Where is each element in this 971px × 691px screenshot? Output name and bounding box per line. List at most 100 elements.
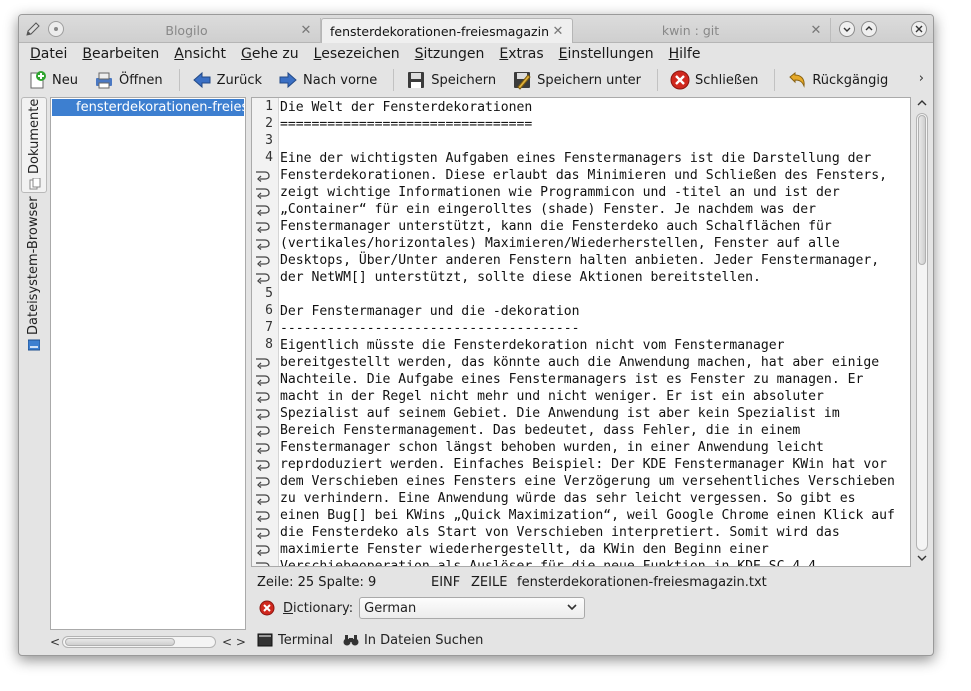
pencil-icon[interactable] bbox=[25, 21, 41, 37]
arrow-right-icon bbox=[279, 71, 297, 89]
editor-line[interactable]: Der Fenstermanager und die -dekoration bbox=[280, 303, 580, 320]
window-menu-icon[interactable] bbox=[48, 21, 64, 37]
binoculars-icon bbox=[343, 635, 359, 646]
document-list-item[interactable]: fensterdekorationen-freiesmagazin.txt bbox=[52, 99, 244, 116]
text-editor[interactable]: 1 2 3 4 5 6 7 8 Die Welt der Fensterdekoratione… bbox=[251, 97, 911, 567]
close-dictionary-bar-button[interactable] bbox=[259, 600, 275, 616]
editor-line[interactable]: dem Verschieben eines Fensters eine Verz… bbox=[280, 473, 895, 490]
insert-mode[interactable]: EINF bbox=[431, 575, 471, 590]
menu-einstellungen[interactable]: Einstellungen bbox=[559, 46, 654, 62]
wrap-marker-icon bbox=[254, 252, 274, 269]
undo-button[interactable]: Rückgängig bbox=[787, 67, 888, 93]
editor-line[interactable]: zeigt wichtige Informationen wie Program… bbox=[280, 184, 840, 201]
scroll-down-arrow[interactable] bbox=[913, 552, 931, 567]
menu-label: ehe zu bbox=[251, 46, 299, 62]
line-number: 4 bbox=[265, 150, 273, 165]
close-icon[interactable]: ✕ bbox=[808, 23, 824, 38]
scroll-right-arrows[interactable]: < > bbox=[222, 635, 246, 649]
scroll-track[interactable] bbox=[916, 113, 928, 551]
close-document-button[interactable]: Schließen bbox=[670, 67, 758, 93]
editor-vertical-scrollbar[interactable] bbox=[913, 97, 931, 567]
editor-line[interactable]: der NetWM[] unterstützt, sollte diese Ak… bbox=[280, 269, 761, 286]
line-number: 8 bbox=[265, 337, 273, 352]
minimize-button[interactable] bbox=[839, 21, 855, 37]
menu-mnemonic: B bbox=[82, 46, 92, 62]
editor-line[interactable]: Desktops, Über/Unter anderen Fenstern ha… bbox=[280, 252, 879, 269]
editor-line[interactable]: (vertikales/horizontales) Maximieren/Wie… bbox=[280, 235, 840, 252]
scroll-up-arrow[interactable] bbox=[913, 97, 931, 112]
editor-line[interactable]: zu verhindern. Eine Anwendung würde das … bbox=[280, 490, 855, 507]
close-icon[interactable]: ✕ bbox=[298, 23, 314, 38]
dictionary-select[interactable]: German bbox=[359, 597, 586, 619]
menu-lesezeichen[interactable]: Lesezeichen bbox=[314, 46, 400, 62]
toolbar-overflow-button[interactable]: › bbox=[919, 71, 924, 86]
wrap-marker-icon bbox=[254, 167, 274, 184]
scroll-thumb[interactable] bbox=[65, 638, 175, 646]
tab-documents[interactable]: Dokumente bbox=[21, 97, 47, 193]
tab-blogilo[interactable]: Blogilo ✕ bbox=[75, 18, 321, 43]
tab-label: fensterdekorationen-freiesmagazin.txt... bbox=[330, 23, 550, 39]
dictionary-label: Dictionary: bbox=[283, 601, 353, 616]
close-icon[interactable]: ✕ bbox=[550, 24, 566, 39]
editor-line[interactable]: bereitgestellt werden, das könnte auch d… bbox=[280, 354, 879, 371]
editor-line[interactable]: -------------------------------------- bbox=[280, 320, 580, 337]
selection-mode[interactable]: ZEILE bbox=[471, 575, 517, 590]
editor-line[interactable]: Die Welt der Fensterdekorationen bbox=[280, 99, 532, 116]
forward-button[interactable]: Nach vorne bbox=[278, 67, 377, 93]
save-button[interactable]: Speichern bbox=[406, 67, 496, 93]
arrow-left-icon bbox=[192, 71, 211, 89]
save-as-button[interactable]: Speichern unter bbox=[512, 67, 641, 93]
tab-label: Blogilo bbox=[165, 23, 208, 38]
menu-mnemonic: D bbox=[30, 46, 41, 62]
menu-mnemonic: G bbox=[241, 46, 252, 62]
menu-datei[interactable]: Datei bbox=[30, 46, 67, 62]
scroll-thumb[interactable] bbox=[918, 115, 926, 265]
menu-sitzungen[interactable]: Sitzungen bbox=[415, 46, 485, 62]
scroll-left-arrow[interactable]: < bbox=[50, 635, 62, 649]
editor-line[interactable]: macht in der Regel nicht mehr und nicht … bbox=[280, 388, 824, 405]
menu-gehe-zu[interactable]: Gehe zu bbox=[241, 46, 299, 62]
editor-line[interactable]: Fenstermanager unterstützt, kann die Fen… bbox=[280, 218, 832, 235]
document-list-scrollbar[interactable]: < < > bbox=[50, 633, 246, 651]
editor-line[interactable]: Bereich Fenstermanagement. Das bedeutet,… bbox=[280, 422, 800, 439]
save-label: Speichern bbox=[431, 72, 497, 88]
printer-open-icon bbox=[95, 72, 112, 89]
back-button[interactable]: Zurück bbox=[192, 67, 262, 93]
editor-line[interactable]: ================================ bbox=[280, 116, 532, 133]
menu-bearbeiten[interactable]: Bearbeiten bbox=[82, 46, 159, 62]
open-button[interactable]: Öffnen bbox=[94, 67, 163, 93]
terminal-toolview-button[interactable]: Terminal bbox=[257, 632, 333, 648]
editor-line[interactable]: Spezialist auf seinem Gebiet. Die Anwend… bbox=[280, 405, 840, 422]
editor-line[interactable]: maximierte Fenster wiederhergestellt, da… bbox=[280, 541, 769, 558]
tab-filesystem-browser[interactable]: Dateisystem-Browser bbox=[21, 196, 47, 359]
menu-hilfe[interactable]: Hilfe bbox=[669, 46, 701, 62]
window-close-button[interactable] bbox=[911, 21, 927, 37]
menu-mnemonic: E bbox=[558, 46, 568, 62]
editor-line[interactable]: Nachteile. Die Aufgabe eines Fenstermana… bbox=[280, 371, 863, 388]
maximize-button[interactable] bbox=[861, 21, 877, 37]
wrap-marker-icon bbox=[254, 269, 274, 286]
editor-line[interactable]: reprdoduziert werden. Einfaches Beispiel… bbox=[280, 456, 887, 473]
menu-ansicht[interactable]: Ansicht bbox=[174, 46, 226, 62]
find-in-files-toolview-button[interactable]: In Dateien Suchen bbox=[343, 632, 483, 648]
terminal-icon bbox=[257, 633, 273, 647]
editor-line[interactable]: Eine der wichtigsten Aufgaben eines Fens… bbox=[280, 150, 871, 167]
editor-line[interactable]: Eigentlich müsste die Fensterdekoration … bbox=[280, 337, 785, 354]
editor-line[interactable]: Fensterdekorationen. Diese erlaubt das M… bbox=[280, 167, 887, 184]
line-number: 1 bbox=[265, 99, 273, 114]
document-list: fensterdekorationen-freiesmagazin.txt bbox=[50, 97, 246, 630]
tab-fensterdekorationen[interactable]: fensterdekorationen-freiesmagazin.txt...… bbox=[321, 18, 573, 43]
editor-line[interactable]: „Container“ für ein eingerolltes (shade)… bbox=[280, 201, 816, 218]
scroll-track[interactable] bbox=[62, 636, 216, 648]
menu-label: nsicht bbox=[183, 46, 226, 62]
menu-extras[interactable]: Extras bbox=[499, 46, 543, 62]
wrap-marker-icon bbox=[254, 371, 274, 388]
editor-line[interactable]: einen Bug[] bei KWins „Quick Maximizatio… bbox=[280, 507, 895, 524]
tab-kwin-git[interactable]: kwin : git ✕ bbox=[573, 18, 831, 43]
menu-label: instellungen bbox=[567, 46, 654, 62]
new-button[interactable]: Neu bbox=[27, 67, 78, 93]
find-in-files-label: In Dateien Suchen bbox=[363, 632, 484, 648]
editor-line[interactable]: die Fensterdeko als Start von Verschiebe… bbox=[280, 524, 840, 541]
editor-line[interactable]: Fenstermanager schon längst behoben wurd… bbox=[280, 439, 824, 456]
editor-line[interactable]: Verschiebeoperation als Auslöser für die… bbox=[280, 558, 816, 566]
